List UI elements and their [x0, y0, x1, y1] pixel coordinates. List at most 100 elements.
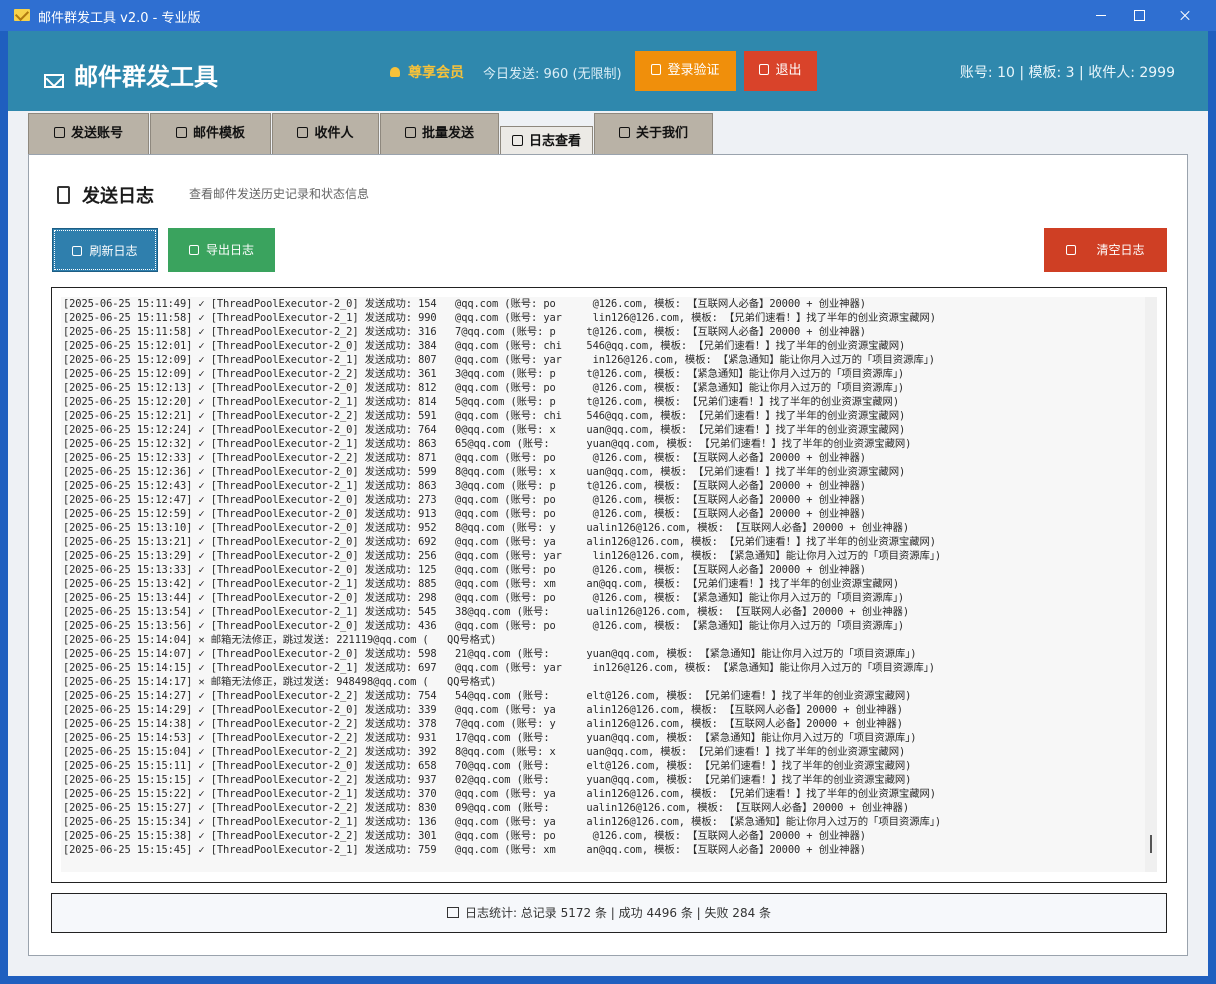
tab-label: 日志查看 — [528, 134, 581, 149]
scroll-thumb[interactable] — [1150, 835, 1152, 853]
export-log-label: 导出日志 — [205, 243, 254, 257]
close-button[interactable] — [1162, 0, 1208, 31]
log-line: [2025-06-25 15:12:32] ✓ [ThreadPoolExecu… — [63, 438, 912, 450]
log-icon — [511, 135, 523, 146]
brand-title: 邮件群发工具 — [74, 63, 218, 91]
log-line: [2025-06-25 15:13:33] ✓ [ThreadPoolExecu… — [63, 564, 866, 576]
log-line: [2025-06-25 15:12:47] ✓ [ThreadPoolExecu… — [63, 494, 866, 506]
exit-button[interactable]: 退出 — [744, 51, 817, 91]
envelope-icon — [14, 9, 30, 21]
tab-log-view[interactable]: 日志查看 — [500, 126, 593, 154]
info-icon — [618, 127, 630, 138]
log-line: [2025-06-25 15:11:58] ✓ [ThreadPoolExecu… — [63, 326, 866, 338]
log-line: [2025-06-25 15:12:20] ✓ [ThreadPoolExecu… — [63, 396, 899, 408]
tab-label: 关于我们 — [635, 126, 688, 141]
log-line: [2025-06-25 15:12:01] ✓ [ThreadPoolExecu… — [63, 340, 906, 352]
log-line: [2025-06-25 15:14:07] ✓ [ThreadPoolExecu… — [63, 648, 917, 660]
today-sent: 今日发送: 960 (无限制) — [483, 67, 622, 82]
log-line: [2025-06-25 15:13:44] ✓ [ThreadPoolExecu… — [63, 592, 905, 604]
tab-send-accounts[interactable]: 发送账号 — [28, 113, 149, 154]
log-line: [2025-06-25 15:11:49] ✓ [ThreadPoolExecu… — [63, 298, 866, 310]
log-line: [2025-06-25 15:14:27] ✓ [ThreadPoolExecu… — [63, 690, 912, 702]
log-line: [2025-06-25 15:13:29] ✓ [ThreadPoolExecu… — [63, 550, 942, 562]
log-line: [2025-06-25 15:15:34] ✓ [ThreadPoolExecu… — [63, 816, 942, 828]
tab-mail-templates[interactable]: 邮件模板 — [150, 113, 271, 154]
log-line: [2025-06-25 15:15:45] ✓ [ThreadPoolExecu… — [63, 844, 866, 856]
tab-batch-send[interactable]: 批量发送 — [380, 113, 499, 154]
clear-log-label: 清空日志 — [1096, 243, 1145, 257]
log-line: [2025-06-25 15:14:15] ✓ [ThreadPoolExecu… — [63, 662, 935, 674]
page-subtitle: 查看邮件发送历史记录和状态信息 — [189, 187, 370, 201]
users-icon — [297, 127, 309, 138]
lock-icon — [651, 64, 662, 75]
tab-about-us[interactable]: 关于我们 — [594, 113, 713, 154]
log-line: [2025-06-25 15:12:36] ✓ [ThreadPoolExecu… — [63, 466, 906, 478]
log-line: [2025-06-25 15:14:38] ✓ [ThreadPoolExecu… — [63, 718, 903, 730]
log-line: [2025-06-25 15:13:56] ✓ [ThreadPoolExecu… — [63, 620, 905, 632]
refresh-icon — [72, 246, 83, 256]
log-line: [2025-06-25 15:12:59] ✓ [ThreadPoolExecu… — [63, 508, 866, 520]
log-line: [2025-06-25 15:15:27] ✓ [ThreadPoolExecu… — [63, 802, 910, 814]
log-line: [2025-06-25 15:15:04] ✓ [ThreadPoolExecu… — [63, 746, 906, 758]
log-stats-bar: 日志统计: 总记录 5172 条 | 成功 4496 条 | 失败 284 条 — [51, 893, 1167, 933]
vip-badge: 尊享会员 — [390, 62, 464, 82]
rocket-icon — [404, 127, 416, 138]
tab-label: 邮件模板 — [192, 126, 245, 141]
log-line: [2025-06-25 15:14:29] ✓ [ThreadPoolExecu… — [63, 704, 903, 716]
title-bar: 邮件群发工具 v2.0 - 专业版 — [0, 0, 1216, 31]
log-line: [2025-06-25 15:15:15] ✓ [ThreadPoolExecu… — [63, 774, 912, 786]
log-line: [2025-06-25 15:11:58] ✓ [ThreadPoolExecu… — [63, 312, 936, 324]
log-line: [2025-06-25 15:13:54] ✓ [ThreadPoolExecu… — [63, 606, 910, 618]
log-textarea[interactable]: [2025-06-25 15:11:49] ✓ [ThreadPoolExecu… — [51, 287, 1167, 883]
log-line: [2025-06-25 15:12:33] ✓ [ThreadPoolExecu… — [63, 452, 866, 464]
tab-label: 批量发送 — [421, 126, 474, 141]
login-verify-button[interactable]: 登录验证 — [635, 51, 736, 91]
refresh-log-button[interactable]: 刷新日志 — [52, 228, 158, 272]
vip-label: 尊享会员 — [408, 65, 464, 81]
save-icon — [188, 245, 199, 255]
export-log-button[interactable]: 导出日志 — [168, 228, 275, 272]
log-line: [2025-06-25 15:12:13] ✓ [ThreadPoolExecu… — [63, 382, 905, 394]
log-scrollbar[interactable] — [1145, 297, 1157, 872]
refresh-log-label: 刷新日志 — [89, 244, 138, 258]
log-line: [2025-06-25 15:12:09] ✓ [ThreadPoolExecu… — [63, 368, 905, 380]
log-content: [2025-06-25 15:11:49] ✓ [ThreadPoolExecu… — [61, 297, 1156, 872]
login-verify-label: 登录验证 — [667, 63, 720, 78]
log-line: [2025-06-25 15:14:17] ✕ 邮箱无法修正，跳过发送: 948… — [63, 676, 497, 688]
log-line: [2025-06-25 15:14:53] ✓ [ThreadPoolExecu… — [63, 732, 917, 744]
tab-recipients[interactable]: 收件人 — [272, 113, 379, 154]
log-line: [2025-06-25 15:13:42] ✓ [ThreadPoolExecu… — [63, 578, 899, 590]
window-title: 邮件群发工具 v2.0 - 专业版 — [38, 11, 201, 26]
app-header: 邮件群发工具 尊享会员 今日发送: 960 (无限制) 登录验证 退出 账号: … — [8, 31, 1208, 111]
tab-label: 发送账号 — [70, 126, 123, 141]
log-line: [2025-06-25 15:15:38] ✓ [ThreadPoolExecu… — [63, 830, 866, 842]
log-panel: 发送日志 查看邮件发送历史记录和状态信息 刷新日志 导出日志 清空日志 [202… — [28, 154, 1188, 956]
log-line: [2025-06-25 15:15:11] ✓ [ThreadPoolExecu… — [63, 760, 912, 772]
trash-icon — [1066, 245, 1077, 255]
exit-label: 退出 — [775, 63, 802, 78]
page-title: 发送日志 — [57, 182, 154, 208]
maximize-button[interactable] — [1116, 0, 1162, 31]
lock-icon — [53, 127, 65, 138]
clear-log-button[interactable]: 清空日志 — [1044, 228, 1167, 272]
log-line: [2025-06-25 15:13:10] ✓ [ThreadPoolExecu… — [63, 522, 910, 534]
brand: 邮件群发工具 — [44, 57, 218, 92]
log-line: [2025-06-25 15:13:21] ✓ [ThreadPoolExecu… — [63, 536, 936, 548]
log-line: [2025-06-25 15:12:09] ✓ [ThreadPoolExecu… — [63, 354, 935, 366]
mail-icon — [44, 74, 64, 88]
header-stats: 账号: 10 | 模板: 3 | 收件人: 2999 — [959, 65, 1175, 81]
tab-label: 收件人 — [314, 126, 354, 141]
log-stats-text: 日志统计: 总记录 5172 条 | 成功 4496 条 | 失败 284 条 — [464, 906, 772, 920]
bar-chart-icon — [446, 907, 459, 918]
user-icon — [390, 67, 400, 77]
log-line: [2025-06-25 15:12:24] ✓ [ThreadPoolExecu… — [63, 424, 906, 436]
log-line: [2025-06-25 15:12:43] ✓ [ThreadPoolExecu… — [63, 480, 866, 492]
phone-icon — [759, 64, 770, 75]
log-line: [2025-06-25 15:15:22] ✓ [ThreadPoolExecu… — [63, 788, 936, 800]
log-line: [2025-06-25 15:14:04] ✕ 邮箱无法修正，跳过发送: 221… — [63, 634, 497, 646]
clipboard-icon — [57, 186, 70, 204]
edit-icon — [175, 127, 187, 138]
log-line: [2025-06-25 15:12:21] ✓ [ThreadPoolExecu… — [63, 410, 906, 422]
window-client: 邮件群发工具 尊享会员 今日发送: 960 (无限制) 登录验证 退出 账号: … — [8, 31, 1208, 976]
page-title-text: 发送日志 — [82, 186, 154, 207]
